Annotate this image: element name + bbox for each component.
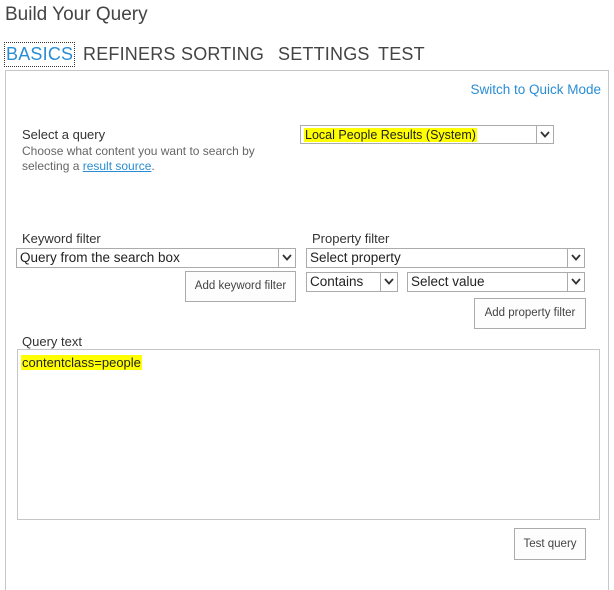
tab-test[interactable]: TEST bbox=[378, 44, 425, 65]
query-select-value: Local People Results (System) bbox=[304, 128, 477, 142]
keyword-filter-value: Query from the search box bbox=[20, 250, 180, 265]
property-filter-label: Property filter bbox=[312, 231, 390, 246]
add-keyword-filter-button[interactable]: Add keyword filter bbox=[185, 271, 296, 302]
add-property-filter-button[interactable]: Add property filter bbox=[474, 298, 586, 329]
query-text-label: Query text bbox=[22, 334, 82, 349]
tab-basics[interactable]: BASICS bbox=[3, 42, 76, 67]
operator-select-value: Contains bbox=[310, 274, 364, 289]
result-source-link[interactable]: result source bbox=[83, 159, 152, 173]
chevron-down-icon[interactable] bbox=[278, 249, 295, 267]
select-query-label: Select a query bbox=[22, 127, 106, 142]
tab-settings[interactable]: SETTINGS bbox=[278, 44, 370, 65]
select-query-hint-suffix: . bbox=[151, 159, 155, 173]
select-query-hint: Choose what content you want to search b… bbox=[22, 144, 272, 174]
value-select-value: Select value bbox=[411, 274, 485, 289]
chevron-down-icon[interactable] bbox=[380, 273, 397, 291]
chevron-down-icon[interactable] bbox=[567, 273, 584, 291]
value-select[interactable]: Select value bbox=[407, 272, 585, 292]
page-title: Build Your Query bbox=[5, 4, 148, 25]
property-select[interactable]: Select property bbox=[306, 248, 585, 268]
query-text-value: contentclass=people bbox=[21, 355, 142, 370]
query-select[interactable]: Local People Results (System) bbox=[300, 125, 554, 144]
query-text-input[interactable]: contentclass=people bbox=[17, 349, 600, 520]
test-query-button[interactable]: Test query bbox=[514, 528, 586, 560]
operator-select[interactable]: Contains bbox=[306, 272, 398, 292]
switch-quick-mode-link[interactable]: Switch to Quick Mode bbox=[470, 82, 601, 97]
keyword-filter-select[interactable]: Query from the search box bbox=[16, 248, 296, 268]
chevron-down-icon[interactable] bbox=[536, 126, 553, 143]
tab-sorting[interactable]: SORTING bbox=[181, 44, 264, 65]
property-select-value: Select property bbox=[310, 250, 401, 265]
chevron-down-icon[interactable] bbox=[567, 249, 584, 267]
tab-refiners[interactable]: REFINERS bbox=[83, 44, 176, 65]
keyword-filter-label: Keyword filter bbox=[22, 231, 101, 246]
